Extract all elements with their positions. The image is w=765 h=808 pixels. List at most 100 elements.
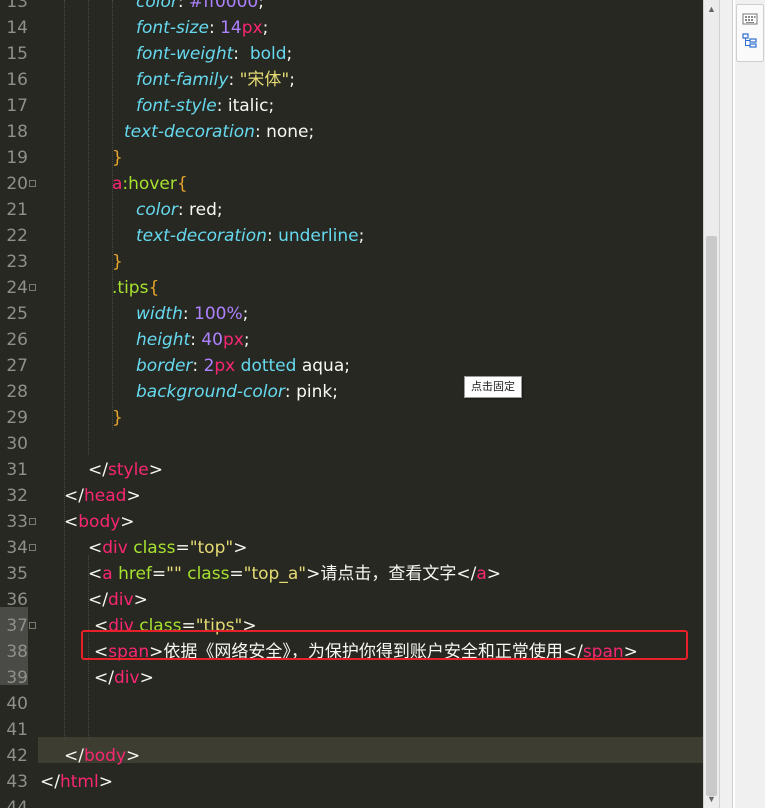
code-token: > (126, 486, 141, 506)
code-token: } (112, 148, 123, 168)
code-line: 43 </html> (0, 769, 703, 795)
code-token: text-decoration (136, 226, 267, 246)
code-token: > (120, 512, 135, 532)
code-token: font-style (136, 96, 217, 116)
code-token: dotted (240, 356, 297, 376)
code-text: <body> (64, 509, 135, 535)
vertical-scrollbar[interactable]: ▲ ▼ (703, 0, 719, 808)
line-number: 29 (6, 408, 28, 428)
code-text: } (112, 405, 123, 431)
scroll-up-arrow-icon[interactable]: ▲ (704, 0, 719, 18)
outline-icon[interactable] (742, 33, 758, 49)
code-token: : (254, 122, 267, 142)
code-line: 18 text-decoration: none; (0, 119, 703, 145)
code-line: 28 background-color: pink; (0, 379, 703, 405)
code-token: font-weight (136, 44, 234, 64)
fold-toggle-icon[interactable] (29, 544, 36, 551)
code-line: 30 (0, 431, 703, 457)
code-token: class (187, 564, 230, 584)
line-number: 39 (6, 668, 28, 688)
code-token: 40 (201, 330, 223, 350)
code-text: </style> (88, 457, 163, 483)
code-text: background-color: pink; (136, 379, 338, 405)
code-token: text-decoration (124, 122, 255, 142)
code-token: pink (296, 382, 333, 402)
code-token: ; (268, 96, 275, 116)
code-token: ; (242, 304, 249, 324)
code-token: ; (358, 226, 365, 246)
code-token: } (112, 408, 123, 428)
fold-toggle-icon[interactable] (29, 180, 36, 187)
code-token: div (102, 538, 128, 558)
line-number: 23 (6, 252, 28, 272)
code-text: <a href="" class="top_a">请点击，查看文字</a> (88, 561, 501, 587)
code-token: border (136, 356, 193, 376)
code-token: style (107, 460, 149, 480)
code-token: > (486, 564, 501, 584)
code-token: = (229, 564, 244, 584)
code-token: href (118, 564, 152, 584)
code-token: :hover (122, 174, 177, 194)
code-token: : (266, 226, 279, 246)
line-number: 26 (6, 330, 28, 350)
code-token: ; (216, 200, 223, 220)
fold-toggle-icon[interactable] (29, 284, 36, 291)
code-token: 2 (203, 356, 215, 376)
line-number: 28 (6, 382, 28, 402)
line-number: 22 (6, 226, 28, 246)
line-number: 21 (6, 200, 28, 220)
annotation-box (81, 630, 688, 660)
tooltip: 点击固定 (464, 376, 522, 398)
code-token: : (216, 96, 228, 116)
code-line: 24 .tips{ (0, 275, 703, 301)
code-line: 16 font-family: "宋体"; (0, 67, 703, 93)
code-text: </div> (88, 587, 148, 613)
keyboard-icon[interactable] (742, 11, 758, 27)
code-token: < (64, 512, 79, 532)
code-text: </div> (94, 665, 154, 691)
code-token: { (148, 278, 160, 298)
panel-divider (732, 0, 735, 808)
code-text: font-weight: bold; (136, 41, 292, 67)
line-number: 44 (6, 798, 28, 808)
code-token: div (107, 590, 134, 610)
code-line: 27 border: 2px dotted aqua; (0, 353, 703, 379)
code-text: border: 2px dotted aqua; (136, 353, 350, 379)
code-line: 39 </div> (0, 665, 703, 691)
code-line: 32 </head> (0, 483, 703, 509)
code-token: : (228, 70, 240, 90)
code-text: .tips{ (112, 275, 159, 301)
code-token: "" (166, 564, 182, 584)
line-number: 24 (6, 278, 28, 298)
line-number: 15 (6, 44, 28, 64)
line-number: 36 (6, 590, 28, 610)
line-number: 27 (6, 356, 28, 376)
code-token: < (88, 564, 103, 584)
code-token: = (151, 564, 167, 584)
fold-toggle-icon[interactable] (29, 622, 36, 629)
line-number: 35 (6, 564, 28, 584)
line-number: 25 (6, 304, 28, 324)
code-token: bold (249, 44, 287, 64)
fold-toggle-icon[interactable] (29, 518, 36, 525)
line-number: 40 (6, 694, 28, 714)
code-token: : (192, 356, 204, 376)
code-editor[interactable]: 13 color: #ff0000; 14 font-size: 14px; 15 fon… (0, 0, 703, 808)
code-token: background-color (136, 382, 285, 402)
code-token: a (476, 564, 487, 584)
code-token: class (133, 538, 176, 558)
code-line: 19} (0, 145, 703, 171)
scroll-thumb[interactable] (706, 236, 717, 796)
line-number: 30 (6, 434, 28, 454)
code-text: font-size: 14px; (136, 15, 268, 41)
scroll-down-arrow-icon[interactable]: ▼ (704, 790, 719, 808)
code-token: color (136, 0, 178, 12)
code-line: 35 <a href="" class="top_a">请点击，查看文字</a> (0, 561, 703, 587)
code-token: div (113, 668, 140, 688)
code-token: > (139, 668, 154, 688)
code-token: px (214, 356, 236, 376)
code-token: = (175, 538, 190, 558)
code-line: 36 </div> (0, 587, 703, 613)
code-token: : (177, 0, 190, 12)
line-number: 19 (6, 148, 28, 168)
